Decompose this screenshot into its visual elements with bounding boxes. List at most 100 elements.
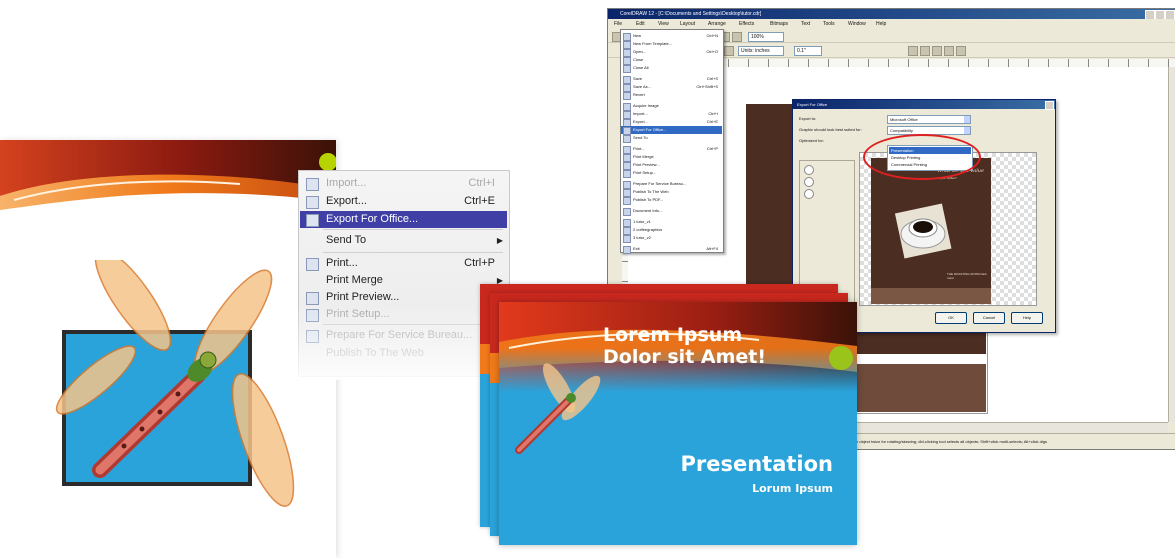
menu-item-icon xyxy=(306,292,319,305)
app-file-menu-label: New xyxy=(633,33,642,38)
highlight-circle xyxy=(863,134,981,180)
zoom-in-icon[interactable] xyxy=(804,165,814,175)
app-file-menu-label: Save xyxy=(633,76,643,81)
app-file-menu-item-17[interactable]: Prepare For Service Bureau... xyxy=(621,180,722,189)
app-menu-1[interactable]: Edit xyxy=(636,19,645,29)
menu-separator xyxy=(323,229,503,230)
vertical-scrollbar[interactable] xyxy=(1168,67,1175,422)
app-menu-6[interactable]: Bitmaps xyxy=(770,19,788,29)
optimized-label: Optimized for: xyxy=(799,138,824,143)
align-icon[interactable] xyxy=(908,46,918,56)
file-menu-icon xyxy=(623,246,631,254)
app-file-menu-label: Open... xyxy=(633,49,647,54)
slide-dragonfly-illustration xyxy=(515,363,601,454)
menu-item-label: Print Preview... xyxy=(326,291,400,303)
menu-item-7[interactable]: Print Setup... xyxy=(300,306,507,323)
app-file-menu-item-7[interactable]: Revert xyxy=(621,91,722,100)
app-file-menu-item-22[interactable]: 2 coffeegraphics xyxy=(621,226,722,235)
menu-item-4[interactable]: Print... Ctrl+P xyxy=(300,255,507,272)
app-menu-5[interactable]: Effects xyxy=(739,19,754,29)
app-menu-4[interactable]: Arrange xyxy=(708,19,726,29)
app-menu-9[interactable]: Window xyxy=(848,19,866,29)
app-file-menu-item-24[interactable]: Exit Alt+F4 xyxy=(621,245,722,254)
menu-item-icon xyxy=(306,258,319,271)
app-file-menu-shortcut: Ctrl+I xyxy=(708,111,718,116)
zoom-out-icon[interactable] xyxy=(804,177,814,187)
app-file-menu-item-2[interactable]: Open... Ctrl+O xyxy=(621,48,722,57)
app-file-menu-label: Export... xyxy=(633,119,648,124)
menu-item-label: Print Merge xyxy=(326,274,383,286)
app-file-menu: New Ctrl+N New From Template... Open... Ctrl… xyxy=(620,29,724,254)
app-file-menu-item-23[interactable]: 3 tutor_v2 xyxy=(621,234,722,243)
dialog-close-icon[interactable] xyxy=(1045,101,1054,110)
nudge-field[interactable]: 0.1" xyxy=(794,46,822,56)
app-menu-8[interactable]: Tools xyxy=(823,19,835,29)
menu-item-9[interactable]: Publish To The Web xyxy=(300,345,507,362)
app-menu-3[interactable]: Layout xyxy=(680,19,695,29)
app-file-menu-item-18[interactable]: Publish To The Web xyxy=(621,188,722,197)
app-file-menu-label: 1 tutor_v1 xyxy=(633,219,651,224)
app-file-menu-item-12[interactable]: Send To xyxy=(621,134,722,143)
zoom-level-field[interactable]: 100% xyxy=(748,32,784,42)
menu-item-0[interactable]: Import... Ctrl+I xyxy=(300,175,507,192)
app-file-menu-item-11[interactable]: Export For Office... xyxy=(621,126,722,135)
app-file-menu-label: Send To xyxy=(633,135,648,140)
menu-item-label: Print... xyxy=(326,257,358,269)
landscape-icon[interactable] xyxy=(724,46,734,56)
app-file-menu-item-8[interactable]: Acquire Image xyxy=(621,102,722,111)
menu-item-shortcut: Ctrl+P xyxy=(464,257,495,269)
app-file-menu-item-9[interactable]: Import... Ctrl+I xyxy=(621,110,722,119)
app-file-menu-item-19[interactable]: Publish To PDF... xyxy=(621,196,722,205)
app-file-menu-item-1[interactable]: New From Template... xyxy=(621,40,722,49)
help-button[interactable]: Help xyxy=(1011,312,1043,324)
app-file-menu-item-21[interactable]: 1 tutor_v1 xyxy=(621,218,722,227)
app-menu-7[interactable]: Text xyxy=(801,19,810,29)
app-file-menu-item-0[interactable]: New Ctrl+N xyxy=(621,32,722,41)
group-icon[interactable] xyxy=(920,46,930,56)
app-file-menu-label: Publish To PDF... xyxy=(633,197,664,202)
menu-item-2[interactable]: Export For Office... xyxy=(300,211,507,228)
app-file-menu-item-15[interactable]: Print Preview... xyxy=(621,161,722,170)
units-field[interactable]: Units: inches xyxy=(738,46,784,56)
app-file-menu-label: Print Preview... xyxy=(633,162,660,167)
app-file-menu-label: Publish To The Web xyxy=(633,189,669,194)
app-file-menu-item-10[interactable]: Export... Ctrl+E xyxy=(621,118,722,127)
ungroup-icon[interactable] xyxy=(932,46,942,56)
app-file-menu-item-13[interactable]: Print... Ctrl+P xyxy=(621,145,722,154)
submenu-arrow-icon: ▶ xyxy=(496,236,503,245)
app-menu-10[interactable]: Help xyxy=(876,19,886,29)
ok-button[interactable]: OK xyxy=(935,312,967,324)
file-menu-icon xyxy=(623,208,631,216)
app-file-menu-item-20[interactable]: Document Info... xyxy=(621,207,722,216)
app-file-menu-label: Export For Office... xyxy=(633,127,667,132)
export-to-select[interactable]: Microsoft Office xyxy=(887,115,971,124)
menu-item-icon xyxy=(306,235,317,246)
break-apart-icon[interactable] xyxy=(956,46,966,56)
left-banner-graphic xyxy=(0,140,336,235)
export-to-value: Microsoft Office xyxy=(890,117,918,122)
menu-item-label: Export... xyxy=(326,195,367,207)
menu-separator xyxy=(323,252,503,253)
app-menu-2[interactable]: View xyxy=(658,19,669,29)
app-file-menu-item-16[interactable]: Print Setup... xyxy=(621,169,722,178)
menu-item-6[interactable]: Print Preview... xyxy=(300,289,507,306)
app-file-menu-item-3[interactable]: Close xyxy=(621,56,722,65)
app-file-menu-item-5[interactable]: Save Ctrl+S xyxy=(621,75,722,84)
app-file-menu-item-4[interactable]: Close All xyxy=(621,64,722,73)
app-file-menu-label: New From Template... xyxy=(633,41,673,46)
app-file-menu-item-14[interactable]: Print Merge xyxy=(621,153,722,162)
pan-icon[interactable] xyxy=(804,189,814,199)
cancel-button[interactable]: Cancel xyxy=(973,312,1005,324)
coffee-cup-image xyxy=(894,203,952,259)
app-file-menu-item-6[interactable]: Save As... Ctrl+Shift+S xyxy=(621,83,722,92)
nudge-value: 0.1" xyxy=(797,48,806,54)
app-menu-0[interactable]: File xyxy=(614,19,622,29)
menu-item-3[interactable]: Send To ▶ xyxy=(300,232,507,249)
menu-item-5[interactable]: Print Merge ▶ xyxy=(300,272,507,289)
zoom-icon[interactable] xyxy=(732,32,742,42)
menu-item-1[interactable]: Export... Ctrl+E xyxy=(300,193,507,210)
menu-item-8[interactable]: Prepare For Service Bureau... xyxy=(300,327,507,344)
app-file-menu-shortcut: Ctrl+N xyxy=(706,33,718,38)
units-value: Units: inches xyxy=(741,48,770,54)
combine-icon[interactable] xyxy=(944,46,954,56)
